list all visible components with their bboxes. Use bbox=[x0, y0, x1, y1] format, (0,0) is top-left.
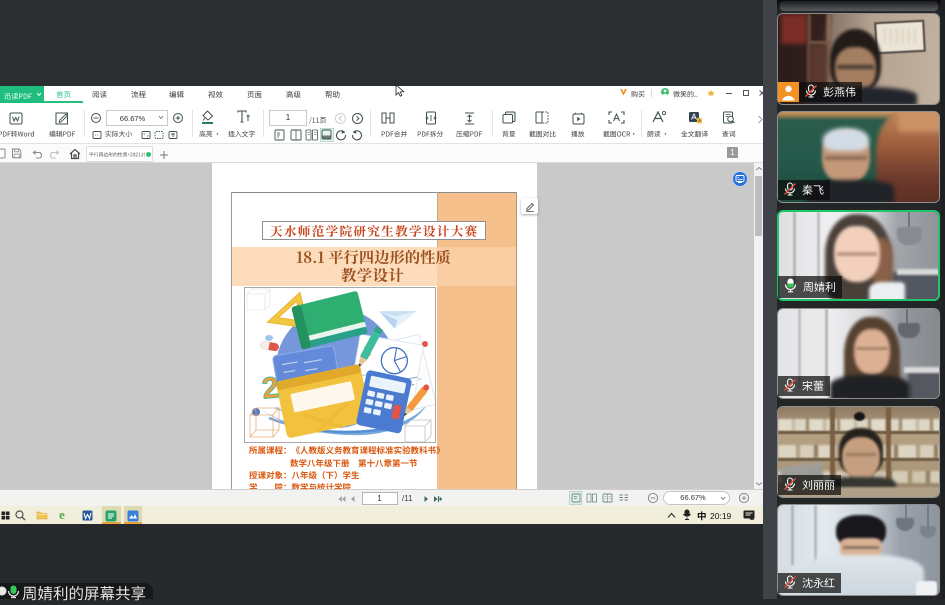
svg-text:2: 2 bbox=[260, 371, 280, 406]
